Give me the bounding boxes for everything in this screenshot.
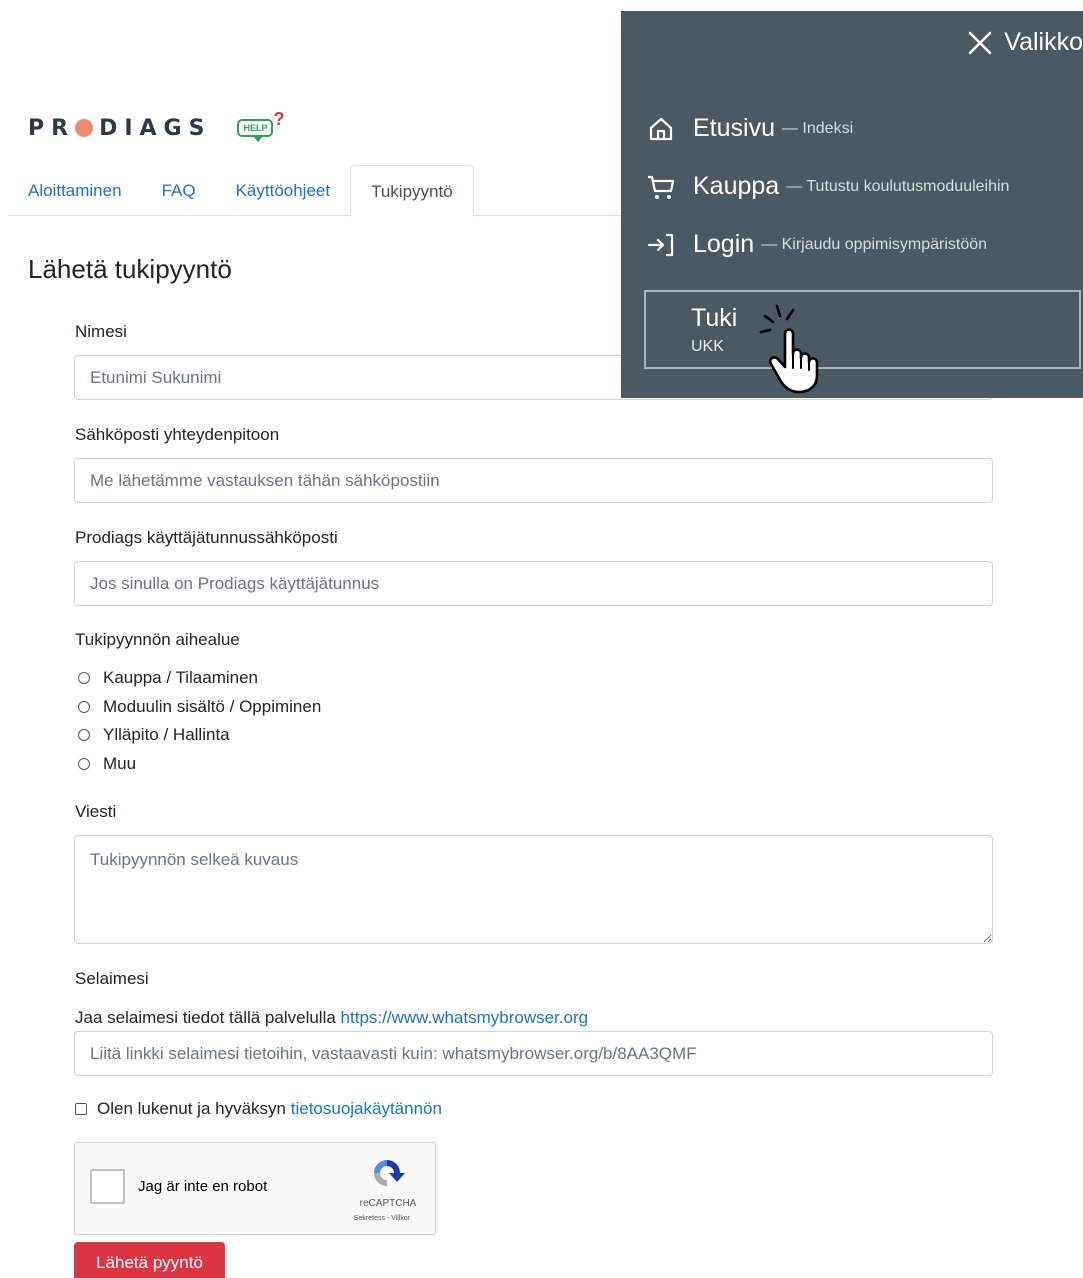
consent-text: Olen lukenut ja hyväksyn bbox=[97, 1099, 286, 1118]
whatsmybrowser-link[interactable]: https://www.whatsmybrowser.org bbox=[341, 1008, 589, 1027]
nav-tabs: Aloittaminen FAQ Käyttöohjeet Tukipyyntö bbox=[8, 165, 628, 217]
name-label: Nimesi bbox=[75, 322, 127, 341]
message-label: Viesti bbox=[75, 802, 117, 821]
menu-close-button[interactable]: Valikko bbox=[966, 28, 1083, 57]
browser-hint-text: Jaa selaimesi tiedot tällä palvelulla bbox=[75, 1008, 336, 1027]
tab-faq[interactable]: FAQ bbox=[142, 165, 216, 215]
account-email-label: Prodiags käyttäjätunnussähköposti bbox=[75, 528, 338, 547]
recaptcha-widget: Jag är inte en robot reCAPTCHA Sekretess… bbox=[74, 1142, 436, 1235]
close-icon bbox=[969, 31, 992, 54]
topic-option-kauppa[interactable]: Kauppa / Tilaaminen bbox=[78, 668, 258, 688]
browser-hint: Jaa selaimesi tiedot tällä palvelulla ht… bbox=[75, 1008, 588, 1028]
menu-item-etusivu[interactable]: Etusivu — Indeksi bbox=[647, 114, 853, 143]
topic-option-label: Muu bbox=[103, 754, 137, 773]
menu-item-login[interactable]: Login — Kirjaudu oppimisympäristöön bbox=[647, 230, 987, 259]
logo-text-end: DIAGS bbox=[99, 115, 212, 141]
tab-tukipyynto[interactable]: Tukipyyntö bbox=[350, 165, 474, 217]
menu-item-kauppa[interactable]: Kauppa — Tutustu koulutusmoduuleihin bbox=[647, 172, 1009, 201]
consent-row: Olen lukenut ja hyväksyn tietosuojakäytä… bbox=[75, 1099, 442, 1119]
recaptcha-checkbox[interactable] bbox=[90, 1169, 125, 1204]
menu-item-subtitle: UKK bbox=[691, 338, 724, 355]
submit-button[interactable]: Lähetä pyyntö bbox=[74, 1242, 225, 1278]
cart-icon bbox=[647, 173, 675, 201]
page-title: Lähetä tukipyyntö bbox=[28, 254, 232, 284]
pointer-hand-icon bbox=[759, 304, 819, 394]
home-icon bbox=[647, 115, 675, 143]
login-icon bbox=[647, 231, 675, 259]
menu-close-label: Valikko bbox=[1004, 28, 1083, 56]
help-badge-icon: HELP ? bbox=[237, 109, 289, 144]
topic-option-label: Moduulin sisältö / Oppiminen bbox=[103, 697, 322, 716]
menu-item-tuki[interactable]: Tuki UKK bbox=[644, 290, 1081, 369]
recaptcha-label: Jag är inte en robot bbox=[138, 1178, 268, 1195]
recaptcha-logo-icon bbox=[374, 1160, 405, 1186]
overlay-menu: Valikko Etusivu — Indeksi Kauppa — Tutus… bbox=[621, 11, 1083, 398]
radio-button[interactable] bbox=[78, 701, 90, 713]
menu-item-desc: — Kirjaudu oppimisympäristöön bbox=[761, 235, 988, 253]
email-input[interactable] bbox=[74, 458, 993, 503]
browser-link-input[interactable] bbox=[74, 1031, 993, 1076]
topic-option-moduulin-sisalto[interactable]: Moduulin sisältö / Oppiminen bbox=[78, 697, 321, 717]
menu-item-title: Etusivu bbox=[693, 114, 775, 142]
tab-aloittaminen[interactable]: Aloittaminen bbox=[8, 165, 142, 215]
topic-label: Tukipyynnön aihealue bbox=[75, 630, 240, 649]
radio-button[interactable] bbox=[78, 729, 90, 741]
consent-checkbox[interactable] bbox=[75, 1103, 87, 1115]
help-badge-label: HELP bbox=[237, 119, 274, 137]
menu-item-desc: — Tutustu koulutusmoduuleihin bbox=[786, 177, 1010, 195]
menu-item-title: Kauppa bbox=[693, 172, 780, 200]
logo-text-start: PR bbox=[28, 115, 76, 141]
prodiags-logo[interactable]: PR DIAGS HELP ? bbox=[28, 109, 289, 144]
menu-item-desc: — Indeksi bbox=[781, 119, 854, 137]
topic-option-muu[interactable]: Muu bbox=[78, 754, 136, 774]
browser-label: Selaimesi bbox=[75, 969, 149, 988]
radio-button[interactable] bbox=[78, 672, 90, 684]
radio-button[interactable] bbox=[78, 758, 90, 770]
topic-option-yllapito[interactable]: Ylläpito / Hallinta bbox=[78, 725, 230, 745]
message-textarea[interactable] bbox=[74, 835, 993, 944]
menu-item-title: Login bbox=[693, 230, 755, 258]
privacy-policy-link[interactable]: tietosuojakäytännön bbox=[291, 1099, 442, 1119]
logo-dot-icon bbox=[75, 119, 94, 137]
topic-option-label: Ylläpito / Hallinta bbox=[103, 725, 230, 744]
topic-option-label: Kauppa / Tilaaminen bbox=[103, 668, 258, 687]
menu-item-title: Tuki bbox=[691, 304, 738, 332]
tab-kayttoohjeet[interactable]: Käyttöohjeet bbox=[216, 165, 351, 215]
account-email-input[interactable] bbox=[74, 561, 993, 606]
recaptcha-brand: reCAPTCHA bbox=[359, 1198, 417, 1209]
recaptcha-terms[interactable]: Sekretess - Villkor bbox=[341, 1215, 423, 1222]
help-question-mark: ? bbox=[273, 109, 285, 129]
email-label: Sähköposti yhteydenpitoon bbox=[75, 425, 280, 444]
